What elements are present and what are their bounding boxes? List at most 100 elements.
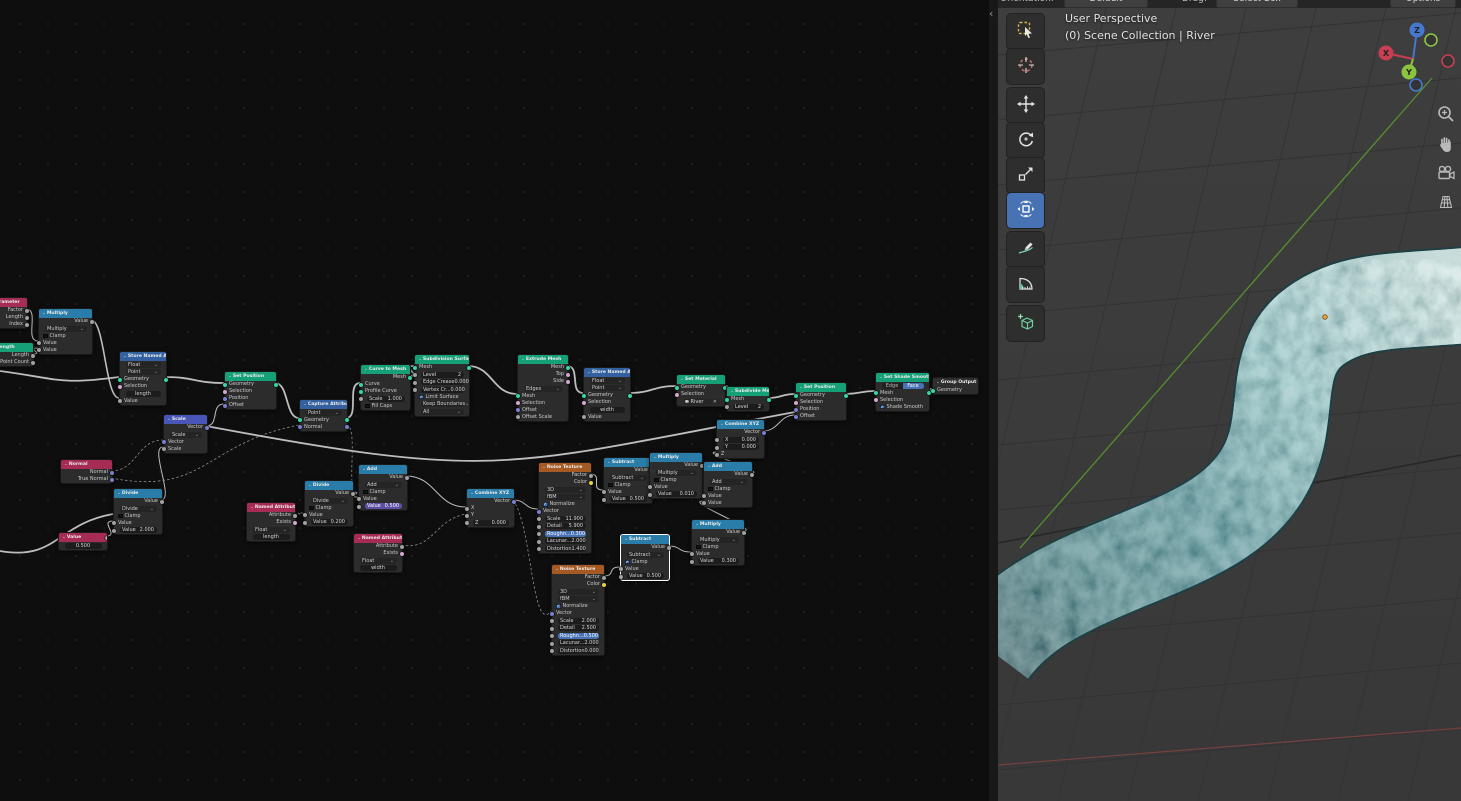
node-subdivide-mesh[interactable]: ⌄Subdivide MeshMeshLevel2 xyxy=(726,386,770,412)
tool-transform[interactable] xyxy=(1007,193,1044,228)
node-divide-1[interactable]: ⌄DivideValueDivide⌄ClampValueValue2.000 xyxy=(113,488,163,535)
viewport-control-toggle-projection[interactable] xyxy=(1434,192,1457,215)
gray-socket[interactable] xyxy=(90,320,94,324)
node-collapse-icon[interactable]: ⌄ xyxy=(720,422,724,427)
gizmo-axis-negative[interactable] xyxy=(1442,55,1454,67)
viewport-3d[interactable]: Orientation: Default Drag: Select Box Op… xyxy=(998,0,1461,801)
gizmo-axis-negative[interactable] xyxy=(1425,34,1437,46)
node-named-attribute-1[interactable]: ⌄Named AttributeAttributeExistsFloat⌄len… xyxy=(246,502,296,542)
gray-socket[interactable] xyxy=(702,494,706,498)
tool-scale[interactable] xyxy=(1007,158,1044,193)
geometry-node-editor[interactable]: ⌄Spline ParameterFactorLengthIndex⌄Splin… xyxy=(0,0,989,801)
checkbox[interactable]: ✓ xyxy=(880,405,885,410)
green-socket[interactable] xyxy=(874,391,878,395)
node-set-shade-smooth[interactable]: ⌄Set Shade SmoothEdgeFaceMeshSelection✓S… xyxy=(875,372,930,412)
gray-socket[interactable] xyxy=(550,634,554,638)
green-socket[interactable] xyxy=(931,389,935,393)
pink-socket[interactable] xyxy=(794,401,798,405)
node-combine-xyz-2[interactable]: ⌄Combine XYZVectorXYZ0.000 xyxy=(466,488,515,528)
yellow-socket[interactable] xyxy=(602,583,606,587)
gray-socket[interactable] xyxy=(465,514,469,518)
value-field[interactable]: Value0.010 xyxy=(656,491,697,497)
checkbox[interactable] xyxy=(118,514,123,519)
node-group-output[interactable]: ⌄Group OutputGeometry xyxy=(932,377,979,395)
green-socket[interactable] xyxy=(298,418,302,422)
tool-tweak-select[interactable] xyxy=(1007,14,1044,49)
value-field[interactable]: Value0.500 xyxy=(365,503,402,509)
tool-measure[interactable] xyxy=(1007,267,1044,302)
pink-socket[interactable] xyxy=(566,373,570,377)
gray-socket[interactable] xyxy=(619,567,623,571)
checkbox[interactable] xyxy=(654,478,659,483)
green-socket[interactable] xyxy=(467,366,471,370)
node-header[interactable]: ⌄Multiply xyxy=(692,520,744,529)
node-collapse-icon[interactable]: ⌄ xyxy=(680,377,684,382)
node-collapse-icon[interactable]: ⌄ xyxy=(123,354,127,359)
options-button[interactable]: Options xyxy=(1390,0,1456,8)
collapse-sidebar-icon[interactable]: ‹ xyxy=(989,7,993,20)
node-collapse-icon[interactable]: ⌄ xyxy=(64,462,68,467)
purple-socket[interactable] xyxy=(794,408,798,412)
node-spline-parameter[interactable]: ⌄Spline ParameterFactorLengthIndex xyxy=(0,297,28,329)
gray-socket[interactable] xyxy=(648,485,652,489)
node-header[interactable]: ⌄Combine XYZ xyxy=(717,420,764,429)
gray-socket[interactable] xyxy=(619,575,623,579)
node-header[interactable]: ⌄Group Output xyxy=(933,378,978,387)
value-field[interactable]: Y0.000 xyxy=(723,444,759,450)
dropdown-float[interactable]: Float⌄ xyxy=(590,378,625,384)
gray-socket[interactable] xyxy=(465,521,469,525)
unlink-icon[interactable]: ✕ xyxy=(713,399,717,405)
dropdown-multiply[interactable]: Multiply⌄ xyxy=(45,326,87,332)
gray-socket[interactable] xyxy=(25,323,29,327)
viewport-control-pan[interactable] xyxy=(1434,134,1457,157)
gray-socket[interactable] xyxy=(702,501,706,505)
gray-socket[interactable] xyxy=(303,513,307,517)
value-field[interactable]: Value2.000 xyxy=(120,527,157,533)
node-header[interactable]: ⌄Add xyxy=(359,465,407,474)
toggle-edge[interactable]: Edge xyxy=(882,383,903,389)
gray-socket[interactable] xyxy=(537,547,541,551)
node-noise-texture-2[interactable]: ⌄Noise TextureFactorColor3D⌄fBM⌄✓Normali… xyxy=(551,564,605,656)
gray-socket[interactable] xyxy=(725,405,729,409)
tool-rotate[interactable] xyxy=(1007,123,1044,158)
green-socket[interactable] xyxy=(767,398,771,402)
dropdown-float[interactable]: Float⌄ xyxy=(360,558,397,564)
node-header[interactable]: ⌄Store Named Att... xyxy=(120,352,166,361)
purple-socket[interactable] xyxy=(162,440,166,444)
value-field[interactable]: Lacunar...2.000 xyxy=(558,640,599,646)
node-collapse-icon[interactable]: ⌄ xyxy=(357,536,361,541)
green-socket[interactable] xyxy=(516,394,520,398)
gray-socket[interactable] xyxy=(550,619,554,623)
value-field[interactable]: 0.500 xyxy=(65,543,102,549)
node-header[interactable]: ⌄Subtract xyxy=(621,535,669,544)
node-header[interactable]: ⌄Set Material xyxy=(677,375,725,384)
green-socket[interactable] xyxy=(118,378,122,382)
green-socket[interactable] xyxy=(844,394,848,398)
gizmo-axis-negative[interactable] xyxy=(1410,79,1422,91)
pink-socket[interactable] xyxy=(582,401,586,405)
checkbox[interactable] xyxy=(608,483,613,488)
node-header[interactable]: ⌄Value xyxy=(59,533,107,542)
node-header[interactable]: ⌄Noise Texture xyxy=(539,463,591,472)
dropdown-divide[interactable]: Divide⌄ xyxy=(120,506,157,512)
gray-socket[interactable] xyxy=(465,507,469,511)
node-header[interactable]: ⌄Normal xyxy=(61,460,112,469)
gray-socket[interactable] xyxy=(160,500,164,504)
gray-socket[interactable] xyxy=(715,438,719,442)
dropdown-scale[interactable]: Scale⌄ xyxy=(170,432,202,438)
node-collapse-icon[interactable]: ⌄ xyxy=(228,374,232,379)
material-selector[interactable]: River✕ xyxy=(683,399,720,405)
node-multiply-3[interactable]: ⌄MultiplyValueMultiply⌄ClampValueValue0.… xyxy=(691,519,745,566)
value-field[interactable]: X0.000 xyxy=(723,437,759,443)
node-collapse-icon[interactable]: ⌄ xyxy=(624,537,628,542)
node-collapse-icon[interactable]: ⌄ xyxy=(117,491,121,496)
node-scale-vector[interactable]: ⌄ScaleVectorScale⌄VectorScale xyxy=(163,414,208,454)
green-socket[interactable] xyxy=(725,398,729,402)
node-collapse-icon[interactable]: ⌄ xyxy=(308,483,312,488)
dropdown-divide[interactable]: Divide⌄ xyxy=(311,498,348,504)
purple-socket[interactable] xyxy=(110,471,114,475)
value-field[interactable]: Vertex Cr...0.000 xyxy=(421,387,464,393)
navigation-gizmo[interactable]: ZXY xyxy=(1372,14,1461,99)
node-collapse-icon[interactable]: ⌄ xyxy=(470,491,474,496)
gray-socket[interactable] xyxy=(25,309,29,313)
